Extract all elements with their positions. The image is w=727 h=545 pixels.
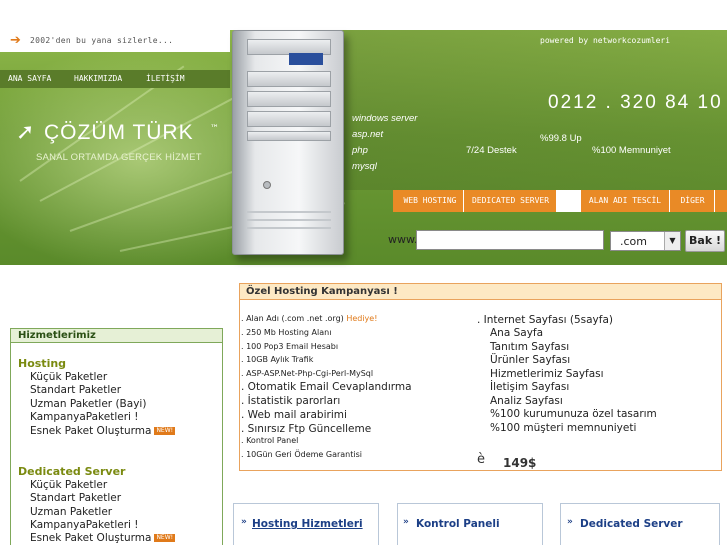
sidebar-item-hosting-small[interactable]: Küçük Paketler xyxy=(30,371,107,383)
feature-label: php xyxy=(352,145,368,156)
hosting-services-link[interactable]: Hosting Hizmetleri xyxy=(252,518,363,530)
nav-contact-link[interactable]: İLETİŞİM xyxy=(146,74,185,83)
phone-number: 0212 . 320 84 10 xyxy=(548,92,723,113)
tab-dedicated-server[interactable]: DEDICATED SERVER xyxy=(465,190,557,212)
sidebar-item-hosting-expert[interactable]: Uzman Paketler (Bayi) xyxy=(30,398,146,410)
nav-about-link[interactable]: HAKKIMIZDA xyxy=(74,74,122,83)
domain-search-input[interactable] xyxy=(416,230,604,250)
domain-search-button[interactable]: Bak ! xyxy=(685,230,725,252)
price-glyph: è xyxy=(477,452,485,467)
website-page-item: %100 kurumunuza özel tasarım xyxy=(490,408,657,420)
sidebar-section-hosting[interactable]: Hosting xyxy=(18,357,66,370)
tower-badge xyxy=(289,53,323,65)
campaign-feature: . Otomatik Email Cevaplandırma xyxy=(241,381,412,393)
slogan: SANAL ORTAMDA GERÇEK HİZMET xyxy=(36,152,202,163)
sidebar-section-dedicated[interactable]: Dedicated Server xyxy=(18,465,125,478)
campaign-feature: . Sınırsız Ftp Güncelleme xyxy=(241,423,372,435)
new-badge: NEW! xyxy=(154,534,176,542)
drive-bay xyxy=(247,131,331,141)
drive-bay xyxy=(247,111,331,127)
sidebar-item-dedicated-standard[interactable]: Standart Paketler xyxy=(30,492,121,504)
campaign-feature: . ASP-ASP.Net-Php-Cgi-Perl-MySql xyxy=(241,369,374,378)
brand-arrow-icon: ➚ xyxy=(16,120,35,145)
tagline: 2002'den bu yana sizlerle... xyxy=(30,36,174,45)
feature-label: windows server xyxy=(352,113,418,124)
website-page-item: Analiz Sayfası xyxy=(490,395,563,407)
sidebar-item-hosting-standard[interactable]: Standart Paketler xyxy=(30,384,121,396)
gift-label: Hediye! xyxy=(346,314,378,323)
nav-home-link[interactable]: ANA SAYFA xyxy=(8,74,51,83)
domain-prefix-label: www. xyxy=(388,233,418,246)
campaign-feature: . Kontrol Panel xyxy=(241,436,299,445)
vent xyxy=(247,219,331,221)
tab-gap xyxy=(557,190,581,212)
double-chevron-icon: » xyxy=(241,517,247,527)
tab-domain-registration[interactable]: ALAN ADI TESCİL xyxy=(581,190,670,212)
new-badge: NEW! xyxy=(154,427,176,435)
server-tower-image xyxy=(232,30,344,255)
sidebar-item-dedicated-expert[interactable]: Uzman Paketler xyxy=(30,506,112,518)
vent xyxy=(247,211,331,213)
campaign-feature-text: . Alan Adı (.com .net .org) xyxy=(241,314,347,323)
brand-logo-text[interactable]: ÇÖZÜM TÜRK xyxy=(44,121,194,145)
campaign-price: 149$ xyxy=(503,456,537,470)
campaign-feature: . 10GB Aylık Trafik xyxy=(241,355,314,364)
website-page-item: İletişim Sayfası xyxy=(490,381,570,393)
power-button-icon xyxy=(263,181,271,189)
campaign-feature: . 250 Mb Hosting Alanı xyxy=(241,328,332,337)
tab-other[interactable]: DİGER xyxy=(671,190,715,212)
website-page-item: Tanıtım Sayfası xyxy=(490,341,570,353)
sidebar-item-hosting-custom[interactable]: Esnek Paket Oluşturma NEW! xyxy=(30,425,176,437)
sidebar-item-dedicated-small[interactable]: Küçük Paketler xyxy=(30,479,107,491)
website-page-item: Ürünler Sayfası xyxy=(490,354,571,366)
sidebar-title: Hizmetlerimiz xyxy=(18,330,96,341)
website-package-title: . Internet Sayfası (5sayfa) xyxy=(477,314,613,326)
website-page-item: Ana Sayfa xyxy=(490,327,544,339)
arrow-right-icon: ➔ xyxy=(10,33,21,48)
drive-bay xyxy=(247,71,331,87)
double-chevron-icon: » xyxy=(567,517,573,527)
sidebar-item-label: Esnek Paket Oluşturma xyxy=(30,425,152,437)
trademark: ™ xyxy=(210,124,219,134)
campaign-feature: . 10Gün Geri Ödeme Garantisi xyxy=(241,450,362,459)
campaign-feature: . 100 Pop3 Email Hesabı xyxy=(241,342,339,351)
tab-web-hosting[interactable]: WEB HOSTING xyxy=(397,190,464,212)
feature-label: mysql xyxy=(352,161,377,172)
campaign-title: Özel Hosting Kampanyası ! xyxy=(246,286,398,297)
sidebar-item-dedicated-custom[interactable]: Esnek Paket Oluşturma NEW! xyxy=(30,532,176,544)
page: ➔ 2002'den bu yana sizlerle... powered b… xyxy=(0,0,727,545)
powered-by: powered by networkcozumleri xyxy=(540,36,671,45)
feature-label: asp.net xyxy=(352,129,384,140)
dedicated-server-link[interactable]: Dedicated Server xyxy=(580,518,683,530)
uptime-stat: %99.8 Up xyxy=(540,133,582,144)
website-page-item: Hizmetlerimiz Sayfası xyxy=(490,368,604,380)
sidebar-item-hosting-campaign[interactable]: KampanyaPaketleri ! xyxy=(30,411,139,423)
sidebar-item-dedicated-campaign[interactable]: KampanyaPaketleri ! xyxy=(30,519,139,531)
campaign-feature: . İstatistik parorları xyxy=(241,395,341,407)
website-page-item: %100 müşteri memnuniyeti xyxy=(490,422,637,434)
tld-selected-value: .com xyxy=(620,235,647,248)
sidebar-item-label: Esnek Paket Oluşturma xyxy=(30,532,152,544)
support-stat: 7/24 Destek xyxy=(466,145,517,156)
vent xyxy=(247,227,331,229)
campaign-feature: . Web mail arabirimi xyxy=(241,409,347,421)
double-chevron-icon: » xyxy=(403,517,409,527)
campaign-feature: . Alan Adı (.com .net .org) Hediye! xyxy=(241,314,377,323)
satisfaction-stat: %100 Memnuniyet xyxy=(592,145,671,156)
control-panel-link[interactable]: Kontrol Paneli xyxy=(416,518,500,530)
drive-bay xyxy=(247,91,331,107)
chevron-down-icon[interactable]: ▼ xyxy=(664,232,680,250)
